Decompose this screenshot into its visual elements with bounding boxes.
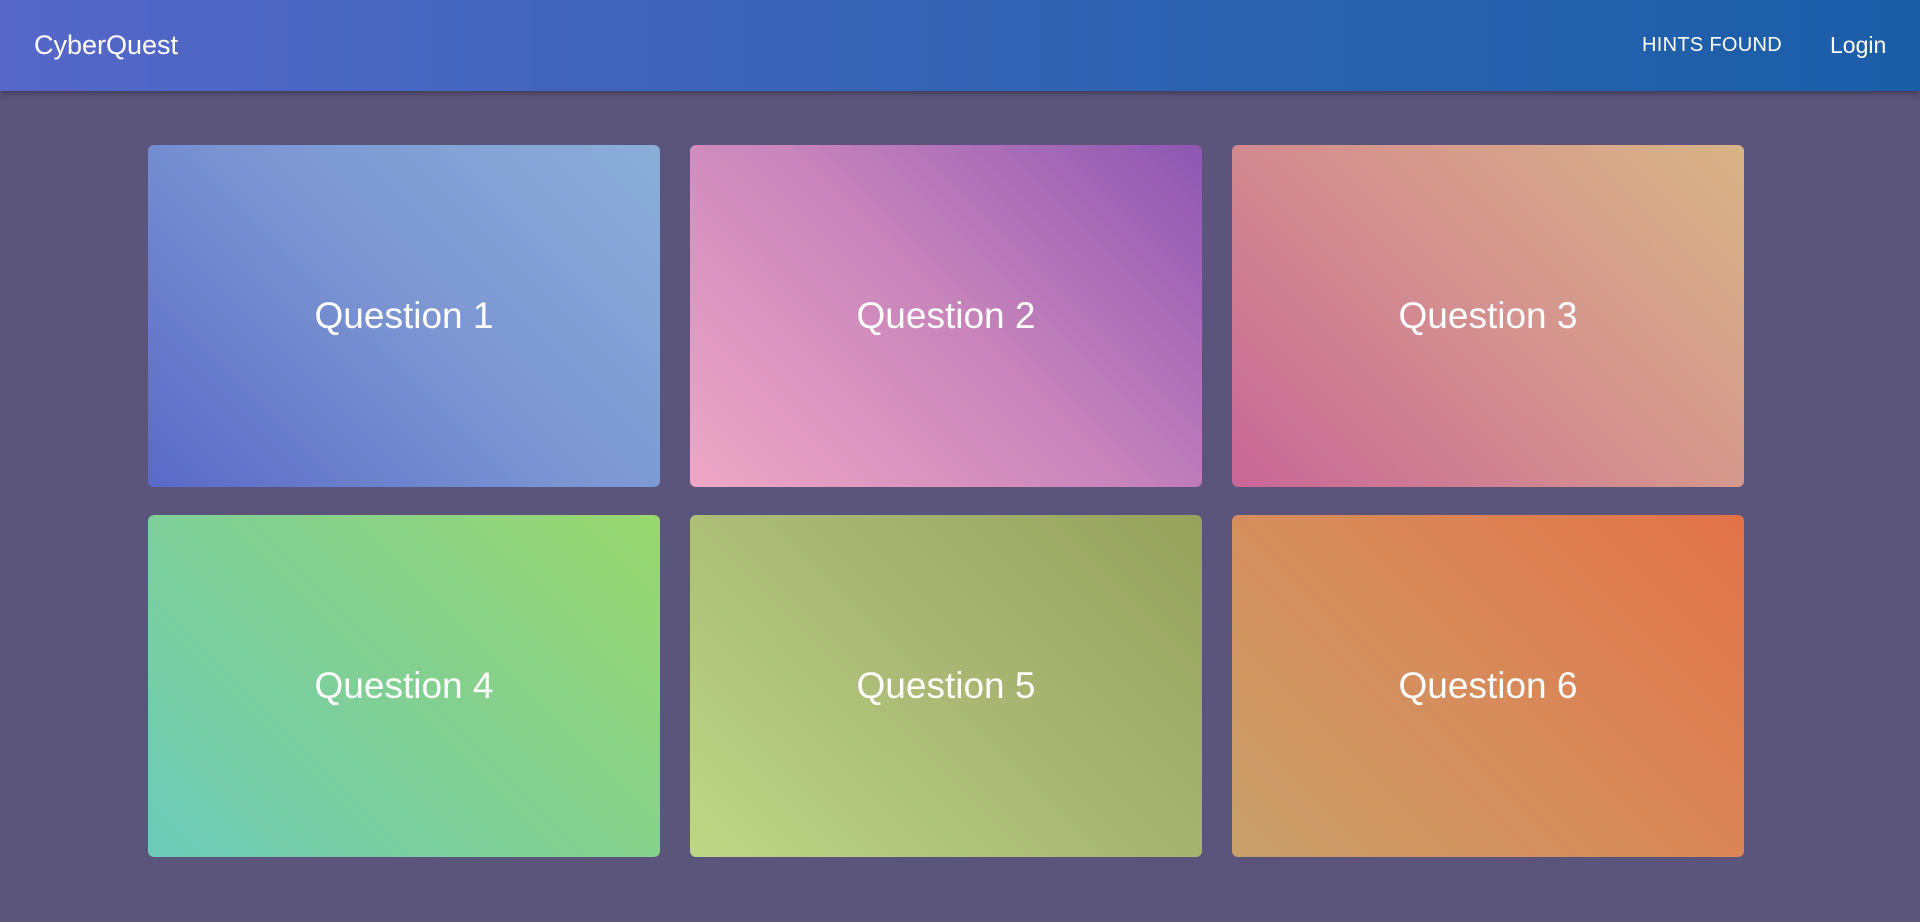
question-card-title: Question 5 <box>856 665 1036 706</box>
question-card-5[interactable]: Question 5 <box>690 515 1202 857</box>
question-card-1[interactable]: Question 1 <box>148 145 660 487</box>
top-navbar: CyberQuest HINTS FOUND Login <box>0 0 1920 91</box>
question-card-3[interactable]: Question 3 <box>1232 145 1744 487</box>
hints-found-link[interactable]: HINTS FOUND <box>1642 0 1782 91</box>
question-card-title: Question 2 <box>856 295 1036 336</box>
question-card-title: Question 3 <box>1398 295 1578 336</box>
question-card-2[interactable]: Question 2 <box>690 145 1202 487</box>
question-card-6[interactable]: Question 6 <box>1232 515 1744 857</box>
question-card-4[interactable]: Question 4 <box>148 515 660 857</box>
question-card-title: Question 1 <box>314 295 494 336</box>
question-card-title: Question 6 <box>1398 665 1578 706</box>
question-card-title: Question 4 <box>314 665 494 706</box>
brand-logo[interactable]: CyberQuest <box>34 0 178 91</box>
login-link[interactable]: Login <box>1830 0 1886 91</box>
question-grid: Question 1 Question 2 Question 3 Questio… <box>148 145 1744 857</box>
